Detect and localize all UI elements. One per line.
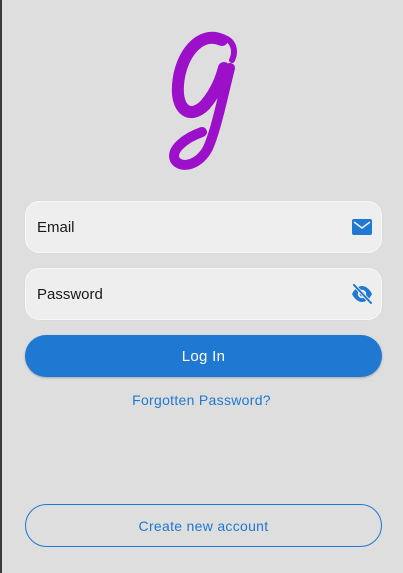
app-logo bbox=[160, 30, 250, 175]
password-field[interactable] bbox=[25, 268, 382, 320]
create-account-button[interactable]: Create new account bbox=[25, 504, 382, 547]
email-field[interactable] bbox=[25, 201, 382, 253]
script-g-logo-icon bbox=[169, 31, 237, 170]
window-left-edge bbox=[0, 0, 2, 573]
visibility-off-icon[interactable] bbox=[351, 284, 373, 304]
email-icon bbox=[351, 217, 373, 237]
password-input[interactable] bbox=[37, 269, 337, 319]
email-input[interactable] bbox=[37, 202, 337, 252]
forgot-password-link[interactable]: Forgotten Password? bbox=[0, 392, 403, 408]
login-button[interactable]: Log In bbox=[25, 335, 382, 377]
